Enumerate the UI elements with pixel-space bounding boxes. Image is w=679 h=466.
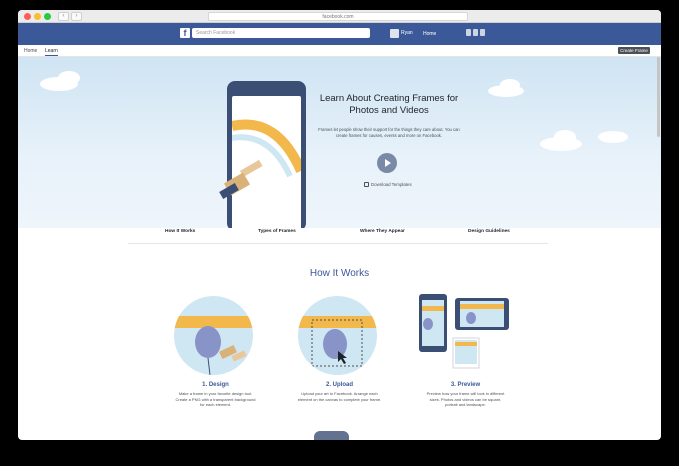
messages-icon[interactable] [473, 29, 478, 36]
step-title: 3. Preview [450, 382, 481, 388]
step-description: Upload your art to Facebook. Arrange eac… [297, 391, 382, 402]
tab-where-they-appear[interactable]: Where They Appear [360, 229, 405, 234]
step-description: Make a frame in your favorite design too… [175, 391, 256, 407]
hero-description: Frames let people show their support for… [318, 127, 460, 138]
download-templates-label: Download Templates [371, 182, 412, 187]
section-tabs: How It Works Types of Frames Where They … [128, 222, 548, 244]
tab-design-guidelines[interactable]: Design Guidelines [468, 229, 510, 234]
download-icon [364, 182, 369, 187]
facebook-top-bar: f Search Facebook Ryan Home [18, 23, 661, 45]
tab-types-of-frames[interactable]: Types of Frames [258, 229, 296, 234]
play-video-button[interactable] [377, 153, 397, 173]
hero-title: Learn About Creating Frames for Photos a… [319, 93, 459, 116]
how-it-works-title: How It Works [309, 268, 370, 279]
zoom-window-button[interactable] [44, 13, 51, 20]
scrollbar[interactable] [657, 57, 660, 137]
notification-icons [466, 29, 485, 36]
search-input[interactable]: Search Facebook [192, 28, 370, 38]
cloud-decoration [500, 79, 520, 91]
close-window-button[interactable] [24, 13, 31, 20]
step-title: 1. Design [202, 382, 229, 388]
back-button[interactable]: ‹ [58, 12, 69, 21]
download-templates-link[interactable]: Download Templates [364, 182, 412, 187]
forward-button[interactable]: › [71, 12, 82, 21]
design-illustration [174, 296, 253, 375]
step-title: 2. Upload [325, 382, 353, 388]
preview-illustration [419, 294, 511, 374]
address-bar[interactable]: facebook.com [208, 12, 468, 21]
facebook-logo-icon[interactable]: f [180, 28, 190, 38]
profile-link[interactable]: Ryan [390, 28, 413, 38]
cloud-decoration [554, 130, 576, 144]
cloud-decoration [58, 71, 80, 85]
paintbrush-icon [219, 159, 263, 199]
next-section-illustration [314, 431, 349, 440]
minimize-window-button[interactable] [34, 13, 41, 20]
home-link[interactable]: Home [423, 31, 436, 37]
tab-home[interactable]: Home [24, 47, 37, 55]
profile-name: Ryan [401, 30, 413, 36]
step-description: Preview how your frame will look in diff… [426, 391, 505, 407]
browser-titlebar: ‹ › facebook.com [18, 10, 661, 23]
frame-studio-nav: Home Learn Create Frame [18, 45, 661, 57]
avatar [390, 28, 399, 38]
tab-learn[interactable]: Learn [45, 47, 58, 56]
upload-illustration [298, 296, 377, 375]
tab-how-it-works[interactable]: How It Works [165, 229, 195, 234]
cloud-decoration [598, 131, 628, 143]
friend-requests-icon[interactable] [466, 29, 471, 36]
phone-illustration [227, 81, 306, 228]
hero-section: Learn About Creating Frames for Photos a… [18, 57, 661, 228]
browser-window: ‹ › facebook.com f Search Facebook Ryan … [18, 10, 661, 440]
create-frame-button[interactable]: Create Frame [618, 47, 650, 54]
notifications-icon[interactable] [480, 29, 485, 36]
